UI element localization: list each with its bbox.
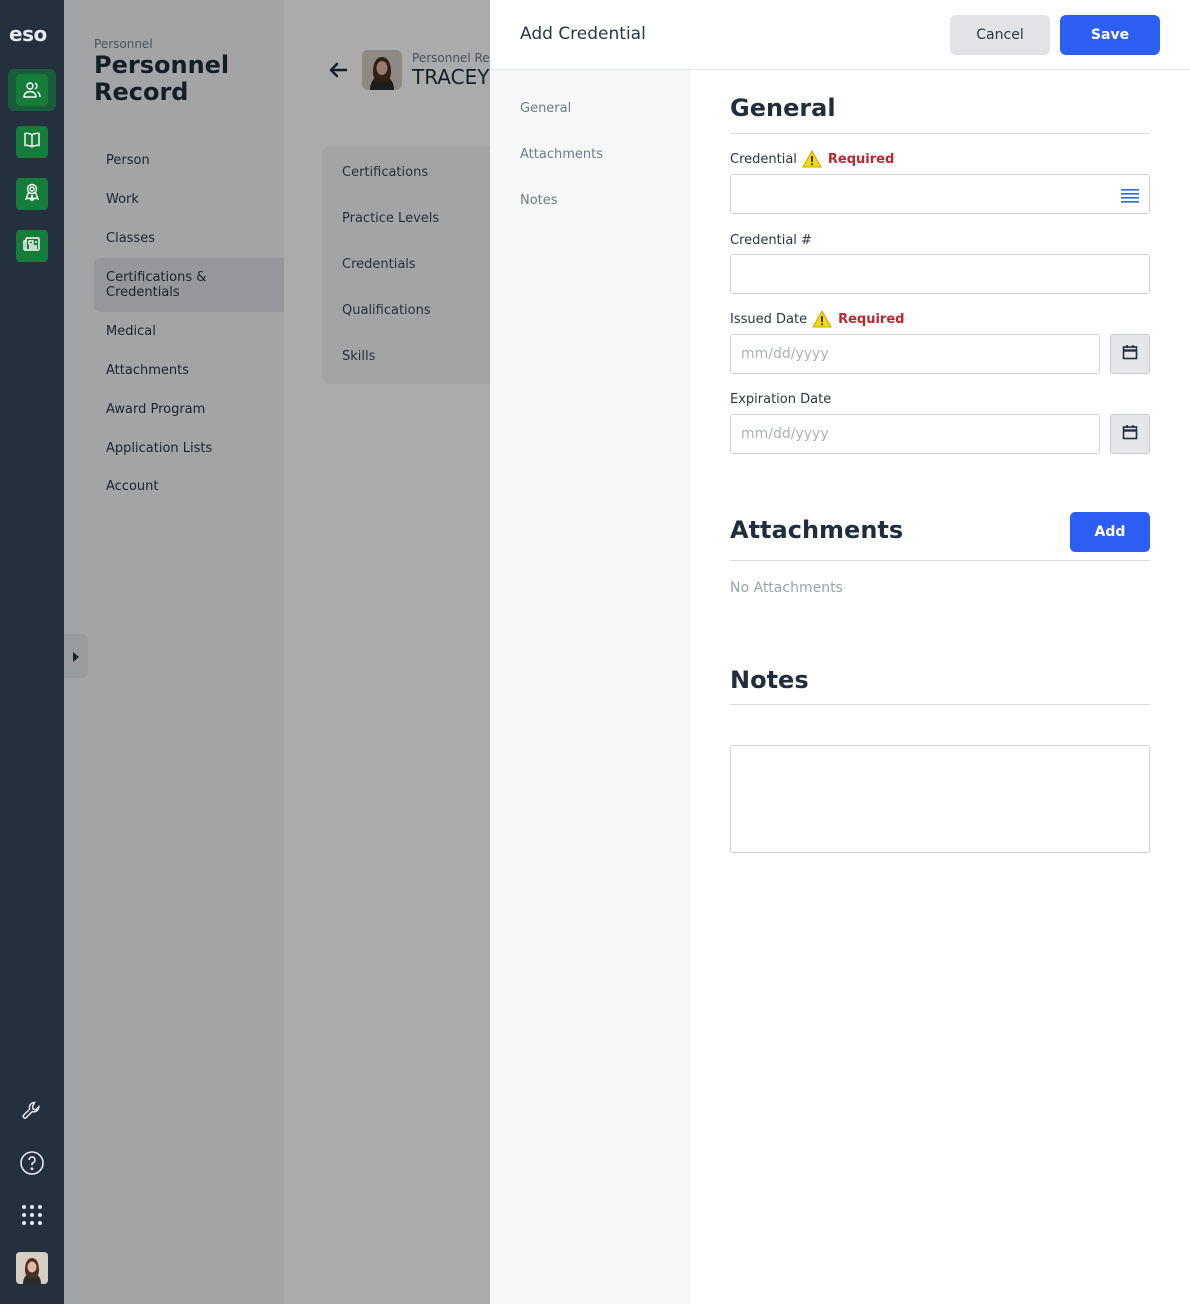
credential-required-text: Required (827, 151, 895, 167)
award-icon (22, 182, 42, 206)
calendar-icon (1122, 424, 1138, 444)
apps-button[interactable] (18, 1203, 46, 1231)
apps-grid-icon (20, 1203, 44, 1231)
general-divider (730, 133, 1150, 134)
notes-heading: Notes (730, 666, 809, 694)
cancel-button[interactable]: Cancel (950, 15, 1050, 55)
left-rail: eso (0, 0, 64, 1304)
drawer-nav-general[interactable]: General (520, 101, 571, 116)
add-credential-drawer: Add Credential Cancel Save General Attac… (490, 0, 1190, 1304)
award-nav-button[interactable] (16, 178, 48, 210)
issued-date-calendar-button[interactable] (1110, 334, 1150, 374)
eso-logo: eso (9, 22, 47, 46)
expiration-date-input[interactable]: mm/dd/yyyy (730, 414, 1100, 454)
attachments-heading: Attachments (730, 516, 904, 544)
expiration-date-label: Expiration Date (730, 392, 832, 407)
general-heading: General (730, 94, 836, 122)
news-icon (22, 234, 42, 258)
add-attachment-button[interactable]: Add (1070, 512, 1150, 552)
drawer-header: Add Credential Cancel Save (490, 0, 1190, 70)
settings-button[interactable] (18, 1099, 46, 1127)
credential-select[interactable] (730, 174, 1150, 214)
warning-icon (802, 149, 822, 168)
credential-number-input[interactable] (730, 254, 1150, 294)
help-icon (19, 1150, 45, 1180)
credential-label: Credential Required (730, 149, 895, 168)
issued-date-label-text: Issued Date (730, 311, 808, 327)
book-nav-button[interactable] (16, 126, 48, 158)
warning-icon (812, 309, 832, 328)
user-avatar[interactable] (16, 1252, 48, 1284)
credential-label-text: Credential (730, 151, 797, 167)
issued-date-label: Issued Date Required (730, 309, 905, 328)
attachments-divider (730, 560, 1150, 561)
expiration-date-calendar-button[interactable] (1110, 414, 1150, 454)
modal-backdrop[interactable] (64, 0, 490, 1304)
people-icon (16, 74, 48, 106)
drawer-nav-notes[interactable]: Notes (520, 193, 558, 208)
save-button[interactable]: Save (1060, 15, 1160, 55)
wrench-icon (20, 1099, 44, 1127)
no-attachments-text: No Attachments (730, 580, 843, 596)
people-nav-button[interactable] (8, 69, 56, 111)
notes-textarea[interactable] (730, 745, 1150, 853)
drawer-section-nav: General Attachments Notes (490, 70, 690, 1304)
calendar-icon (1122, 344, 1138, 364)
drawer-nav-attachments[interactable]: Attachments (520, 147, 603, 162)
book-icon (22, 130, 42, 154)
issued-date-required-text: Required (838, 311, 905, 327)
help-button[interactable] (18, 1151, 46, 1179)
issued-date-input[interactable]: mm/dd/yyyy (730, 334, 1100, 374)
news-nav-button[interactable] (16, 230, 48, 262)
notes-divider (730, 704, 1150, 705)
list-icon[interactable] (1121, 187, 1139, 203)
credential-number-label: Credential # (730, 233, 812, 248)
drawer-title: Add Credential (520, 24, 646, 44)
